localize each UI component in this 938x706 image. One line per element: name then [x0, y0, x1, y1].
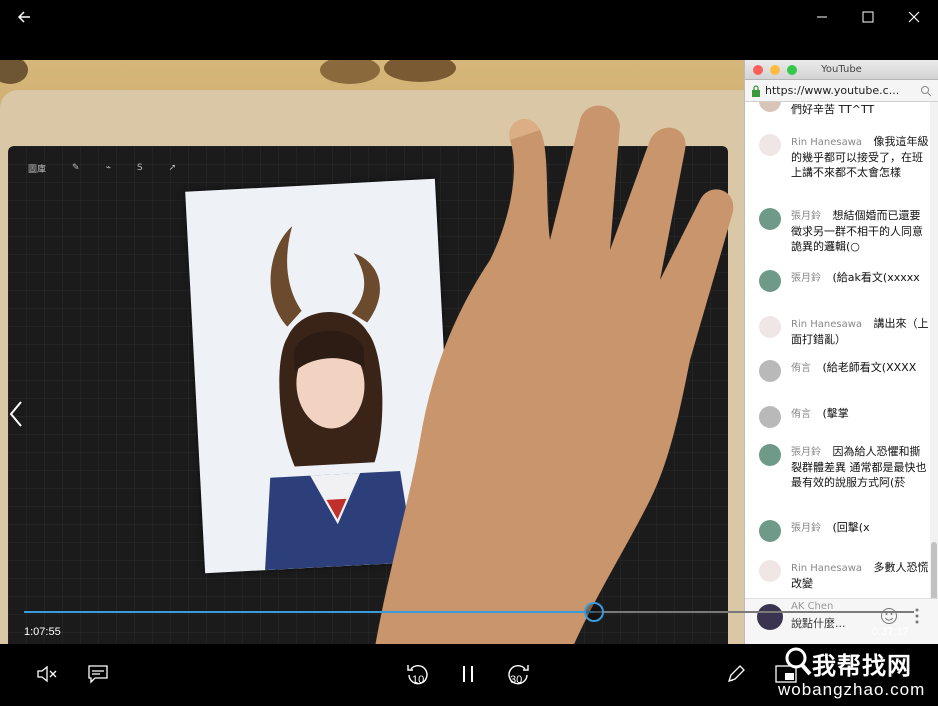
chat-window-title: YouTube — [821, 64, 862, 75]
avatar — [759, 360, 781, 382]
avatar — [759, 102, 781, 112]
message-author: Rin Hanesawa — [791, 563, 863, 574]
mute-button[interactable] — [27, 654, 67, 694]
forward-button[interactable]: 30 — [498, 654, 538, 694]
back-button[interactable] — [0, 0, 48, 34]
selection-icon: S — [136, 163, 143, 173]
watermark-title: 我帮找网 — [812, 652, 912, 680]
more-options-icon[interactable] — [915, 607, 919, 625]
chat-message: 張月鈴 想結個婚而已還要徵求另一群不相干的人同意 詭異的邏輯(○ — [745, 208, 938, 254]
message-text: 們好辛苦 TT^TT — [791, 103, 875, 116]
message-author: 張月鈴 — [791, 523, 821, 534]
close-dot-icon[interactable] — [753, 65, 763, 75]
volume-mute-icon — [37, 665, 57, 683]
wrench-icon: ✎ — [72, 163, 80, 173]
avatar — [759, 208, 781, 230]
maximize-icon — [862, 11, 874, 23]
message-author: 張月鈴 — [791, 273, 821, 284]
message-author: 侑言 — [791, 409, 811, 420]
chat-message-list[interactable]: 們好辛苦 TT^TT Rin Hanesawa 像我這年級的幾乎都可以接受了，在… — [745, 102, 938, 644]
emoji-icon[interactable] — [880, 607, 898, 625]
chat-message: 侑言 (給老師看文(XXXX — [745, 360, 938, 382]
chat-message: Rin Hanesawa 講出來（上面打錯亂） — [745, 316, 938, 347]
pen-icon — [727, 665, 745, 683]
message-author: 張月鈴 — [791, 211, 821, 222]
chevron-left-icon — [9, 401, 22, 427]
message-author: Rin Hanesawa — [791, 319, 863, 330]
chat-input-area[interactable]: AK Chen 說點什麼... — [745, 598, 938, 644]
captions-button[interactable] — [78, 654, 118, 694]
chat-window-titlebar: YouTube — [745, 60, 938, 80]
chat-message: Rin Hanesawa 多數人恐慌改變 — [745, 560, 938, 591]
avatar — [759, 560, 781, 582]
message-text: (給ak看文(xxxxx — [832, 271, 920, 284]
close-button[interactable] — [891, 0, 937, 34]
hand-overlay — [375, 105, 734, 644]
avatar — [759, 134, 781, 156]
magnifier-logo-icon — [785, 647, 812, 676]
current-time: 1:07:55 — [24, 626, 61, 638]
drawing-app-toolbar: 圖庫 ✎ ⌁ S ➚ — [28, 158, 176, 178]
total-time: 0:37:17 — [872, 626, 909, 638]
url-bar[interactable]: https://www.youtube.c... — [745, 80, 938, 102]
message-text: (擊掌 — [822, 407, 849, 420]
gallery-label: 圖庫 — [28, 164, 47, 175]
captions-icon — [88, 665, 108, 684]
arrow-left-icon — [17, 11, 30, 23]
zoom-dot-icon[interactable] — [787, 65, 797, 75]
youtube-chat-window[interactable]: YouTube https://www.youtube.c... 們好辛苦 TT… — [744, 60, 938, 644]
avatar — [759, 270, 781, 292]
transform-icon: ➚ — [168, 163, 177, 173]
rewind-button[interactable]: 10 — [398, 654, 438, 694]
edit-button[interactable] — [716, 654, 756, 694]
seek-bar-thumb[interactable] — [583, 602, 604, 622]
minimize-icon — [817, 16, 827, 18]
close-icon — [908, 11, 920, 23]
forward-label: 30 — [510, 674, 523, 686]
avatar — [759, 520, 781, 542]
avatar — [759, 316, 781, 338]
minimize-dot-icon[interactable] — [770, 65, 780, 75]
minimize-button[interactable] — [799, 0, 845, 34]
chat-message: Rin Hanesawa 像我這年級的幾乎都可以接受了，在班上講不來都不太會怎樣 — [745, 134, 938, 180]
avatar — [759, 444, 781, 466]
watermark: 我帮找网 wobangzhao.com — [772, 640, 938, 706]
message-text: (給老師看文(XXXX — [822, 361, 917, 374]
message-author: Rin Hanesawa — [791, 137, 863, 148]
lock-icon — [752, 84, 760, 97]
chat-input-field[interactable]: 說點什麼... — [791, 615, 846, 631]
seek-bar-played — [24, 611, 594, 613]
chat-message: 張月鈴 (回擊(x — [745, 520, 938, 542]
pause-icon — [463, 666, 473, 682]
chat-message: 張月鈴 因為給人恐懼和撕裂群體差異 通常都是最快也最有效的說服方式阿(菸 — [745, 444, 938, 490]
magic-icon: ⌁ — [105, 163, 111, 173]
avatar — [757, 604, 783, 630]
title-bar — [0, 0, 938, 34]
previous-button[interactable] — [2, 400, 30, 428]
seek-bar[interactable] — [24, 602, 914, 622]
search-icon[interactable] — [920, 85, 932, 97]
chat-scrollbar[interactable] — [930, 102, 938, 644]
chat-message: 張月鈴 (給ak看文(xxxxx — [745, 270, 938, 292]
pause-button[interactable] — [448, 654, 488, 694]
maximize-button[interactable] — [845, 0, 891, 34]
chat-message: 侑言 (擊掌 — [745, 406, 938, 428]
message-author: 張月鈴 — [791, 447, 821, 458]
url-text: https://www.youtube.c... — [765, 84, 900, 97]
chat-message: 們好辛苦 TT^TT — [745, 102, 938, 117]
message-text: (回擊(x — [832, 521, 870, 534]
rewind-label: 10 — [412, 674, 425, 686]
message-author: 侑言 — [791, 363, 811, 374]
watermark-url: wobangzhao.com — [778, 680, 926, 699]
avatar — [759, 406, 781, 428]
